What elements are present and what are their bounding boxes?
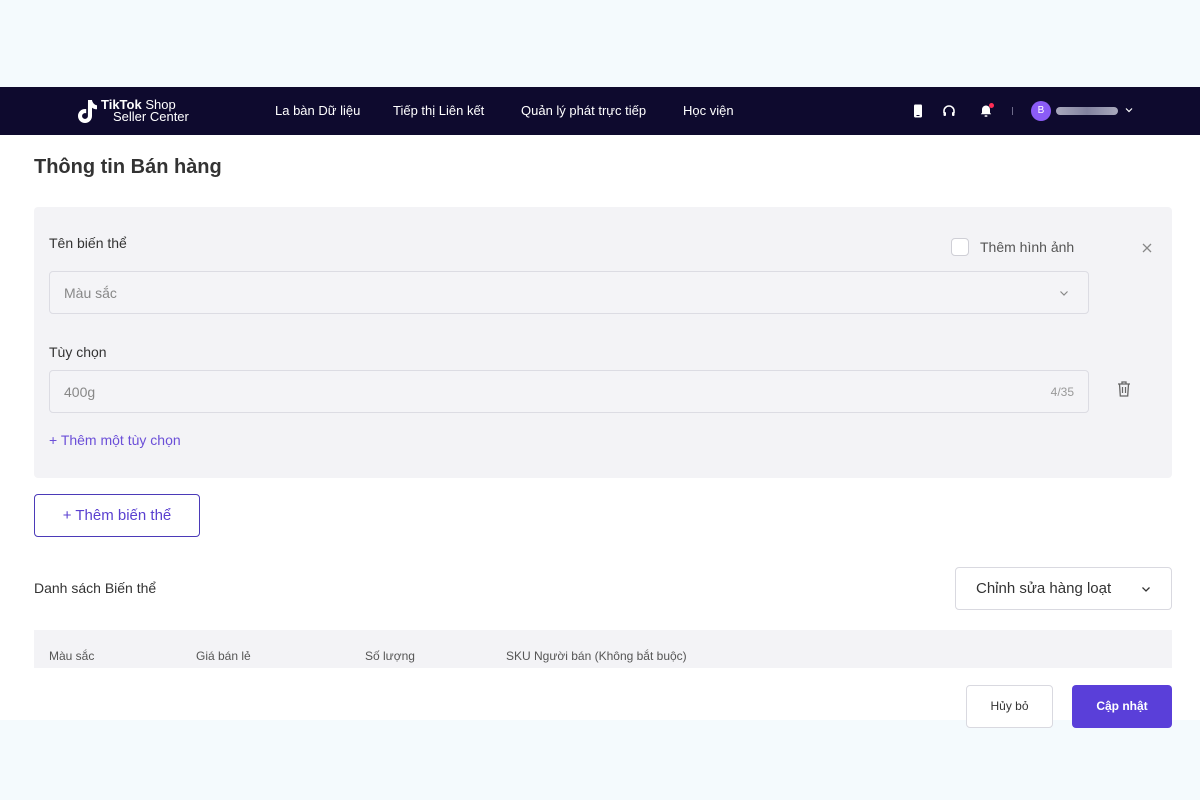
chevron-down-icon <box>1060 291 1068 296</box>
variant-name-label: Tên biến thể <box>49 235 127 251</box>
nav-academy[interactable]: Học viện <box>683 87 734 135</box>
bulk-edit-label: Chỉnh sửa hàng loạt <box>976 580 1112 597</box>
option-input[interactable]: 400g 4/35 <box>49 370 1089 413</box>
tiktok-note-icon <box>78 100 97 123</box>
variant-name-select[interactable]: Màu sắc <box>49 271 1089 314</box>
variant-table-header: Màu sắc Giá bán lẻ Số lượng SKU Người bá… <box>34 630 1172 668</box>
add-image-label[interactable]: Thêm hình ảnh <box>980 239 1074 255</box>
tiktok-shop-logo[interactable]: TikTok Shop Seller Center <box>75 96 189 126</box>
add-image-checkbox[interactable] <box>951 238 969 256</box>
variant-card: Tên biến thể Thêm hình ảnh Màu sắc Tùy c… <box>34 207 1172 478</box>
column-header-color: Màu sắc <box>49 649 95 663</box>
nav-affiliate-marketing[interactable]: Tiếp thị Liên kết <box>393 87 484 135</box>
navbar-divider <box>1012 107 1013 115</box>
page-title: Thông tin Bán hàng <box>34 156 222 178</box>
option-char-counter: 4/35 <box>1050 385 1074 399</box>
nav-live-management[interactable]: Quản lý phát trực tiếp <box>521 87 646 135</box>
close-icon[interactable] <box>1139 240 1155 256</box>
cancel-button[interactable]: Hủy bỏ <box>966 685 1053 728</box>
logo-subtitle: Seller Center <box>113 109 189 124</box>
options-label: Tùy chọn <box>49 344 107 360</box>
add-variant-button[interactable]: + Thêm biến thể <box>34 494 200 537</box>
nav-data-compass[interactable]: La bàn Dữ liệu <box>275 87 360 135</box>
bulk-edit-button[interactable]: Chỉnh sửa hàng loạt <box>955 567 1172 610</box>
add-option-link[interactable]: + Thêm một tùy chọn <box>49 432 181 448</box>
column-header-retail-price: Giá bán lẻ <box>196 649 251 663</box>
update-button[interactable]: Cập nhật <box>1072 685 1172 728</box>
chevron-down-icon <box>1142 587 1150 592</box>
trash-icon[interactable] <box>1115 379 1133 399</box>
column-header-seller-sku: SKU Người bán (Không bắt buộc) <box>506 649 687 663</box>
headset-icon[interactable] <box>941 103 957 119</box>
phone-icon[interactable] <box>910 103 926 119</box>
variant-name-value: Màu sắc <box>64 285 117 301</box>
option-value: 400g <box>64 384 96 400</box>
blurred-account-name[interactable] <box>1056 107 1118 115</box>
chevron-down-icon[interactable] <box>1124 105 1134 115</box>
variant-list-title: Danh sách Biến thể <box>34 580 157 596</box>
top-navbar: TikTok Shop Seller Center La bàn Dữ liệu… <box>0 87 1200 135</box>
avatar[interactable]: B <box>1031 101 1051 121</box>
notification-bell[interactable] <box>978 103 994 119</box>
column-header-quantity: Số lượng <box>365 649 415 663</box>
notification-dot <box>989 103 994 108</box>
bottom-background <box>0 720 1200 800</box>
